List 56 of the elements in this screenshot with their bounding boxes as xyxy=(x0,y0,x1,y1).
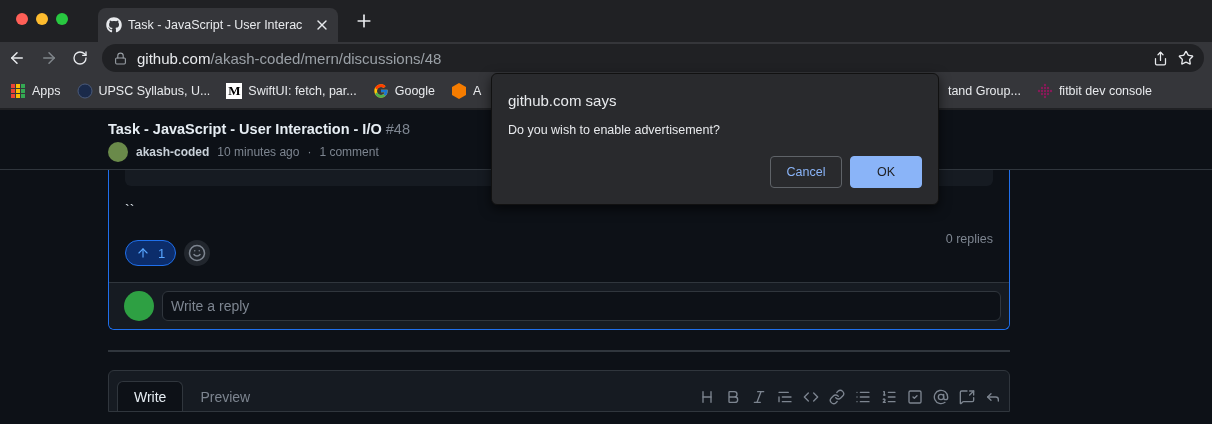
quote-icon[interactable] xyxy=(777,389,793,405)
grid-icon xyxy=(10,83,26,99)
github-icon xyxy=(106,17,122,33)
editor-tab[interactable]: Write xyxy=(117,381,184,411)
google-icon xyxy=(372,83,389,99)
bold-icon[interactable] xyxy=(725,389,741,405)
reload-icon[interactable] xyxy=(72,50,88,66)
emblem-icon xyxy=(76,83,93,99)
link-icon[interactable] xyxy=(829,389,845,405)
editor-tab[interactable]: Preview xyxy=(183,381,268,411)
list-icon[interactable] xyxy=(855,389,871,405)
comment-text: `` xyxy=(125,202,135,218)
bookmark-link[interactable]: Apps xyxy=(10,83,61,99)
bookmark-link[interactable]: UPSC Syllabus, U... xyxy=(76,83,211,99)
dialog-message: Do you wish to enable advertisement? xyxy=(508,123,721,137)
code-icon[interactable] xyxy=(803,389,819,405)
author-link[interactable]: akash-coded xyxy=(136,145,210,159)
cancel-button[interactable]: Cancel xyxy=(770,156,842,188)
forward-icon[interactable] xyxy=(40,49,58,67)
back-icon[interactable] xyxy=(8,49,26,67)
bookmark-link[interactable]: A xyxy=(451,83,482,99)
emoji-button[interactable] xyxy=(184,240,211,266)
cube-icon xyxy=(451,83,468,99)
timestamp: 10 minutes ago xyxy=(217,145,300,159)
url-text: github.com/akash-coded/mern/discussions/48 xyxy=(137,49,442,67)
discussion-title: Task - JavaScript - User Interaction - I/O #48 xyxy=(108,121,410,137)
numbered-list-icon[interactable] xyxy=(881,389,897,405)
reply-count: 0 replies xyxy=(945,232,993,246)
checkbox-icon[interactable] xyxy=(907,389,923,405)
close-window-button[interactable] xyxy=(16,13,28,25)
dots-icon xyxy=(1036,83,1053,99)
dialog-title: github.com says xyxy=(508,92,618,109)
share-icon[interactable] xyxy=(1153,50,1168,66)
comment-count: 1 comment xyxy=(319,145,379,159)
bookmark-link[interactable]: fitbit dev console xyxy=(1036,83,1152,99)
avatar xyxy=(108,142,128,162)
reply-input[interactable]: Write a reply xyxy=(162,291,1001,321)
address-bar[interactable]: github.com/akash-coded/mern/discussions/48 xyxy=(102,44,1204,72)
minimize-window-button[interactable] xyxy=(36,13,48,25)
browser-tab[interactable]: Task - JavaScript - User Interac xyxy=(98,8,338,42)
separator-dot: · xyxy=(307,145,312,159)
at-sign-icon[interactable] xyxy=(933,389,949,405)
bookmark-link[interactable]: tand Group... xyxy=(947,84,1021,98)
zoom-window-button[interactable] xyxy=(56,13,68,25)
letter-icon: M xyxy=(226,83,243,99)
ok-button[interactable]: OK xyxy=(850,156,922,188)
italic-icon[interactable] xyxy=(751,389,767,405)
bookmark-star-icon[interactable] xyxy=(1178,50,1194,66)
smiley-icon xyxy=(188,244,207,262)
tab-title: Task - JavaScript - User Interac xyxy=(128,18,304,32)
avatar xyxy=(124,291,154,321)
heading-icon[interactable] xyxy=(699,389,715,405)
lock-icon xyxy=(114,51,127,65)
bookmark-link[interactable]: M SwiftUI: fetch, par... xyxy=(226,83,357,99)
upvote-button[interactable]: 1 xyxy=(125,240,177,266)
bookmark-link[interactable]: Google xyxy=(372,83,436,99)
